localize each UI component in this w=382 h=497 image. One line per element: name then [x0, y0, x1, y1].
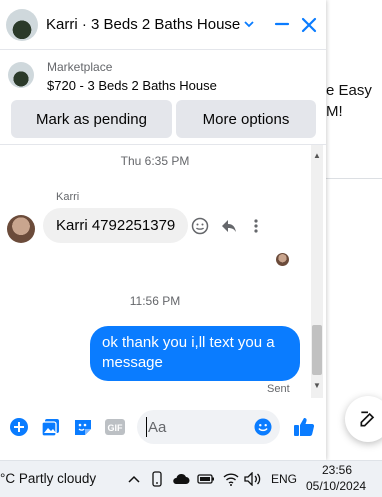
edit-icon	[360, 411, 375, 427]
plus-circle-icon	[10, 418, 28, 436]
background-text: e Easy	[326, 82, 372, 99]
message-status: Sent	[267, 383, 290, 395]
wifi-signal-icon	[223, 473, 239, 486]
mark-as-pending-button[interactable]: Mark as pending	[11, 100, 172, 138]
scroll-up-arrow[interactable]: ▲	[311, 151, 323, 160]
reply-icon[interactable]	[220, 217, 238, 235]
speaker-icon	[244, 472, 261, 486]
volume-icon[interactable]	[244, 470, 262, 488]
more-vertical-icon[interactable]	[251, 217, 261, 235]
sender-avatar[interactable]	[7, 215, 35, 243]
avatar[interactable]	[6, 9, 38, 41]
more-options-button[interactable]: More options	[176, 100, 316, 138]
like-button[interactable]	[293, 416, 315, 438]
scrollbar[interactable]: ▲ ▼	[311, 145, 323, 398]
seen-indicator-avatar	[276, 253, 289, 266]
sent-message-bubble[interactable]: ok thank you i,ll text you a message	[90, 326, 300, 381]
message-timestamp: Thu 6:35 PM	[120, 154, 190, 168]
gallery-icon[interactable]	[40, 416, 62, 438]
clock-time[interactable]: 23:56	[322, 463, 352, 477]
weather-widget[interactable]: °C Partly cloudy	[0, 471, 96, 486]
message-timestamp: 11:56 PM	[129, 294, 181, 308]
sender-name: Karri	[56, 191, 80, 203]
tray-app-icon[interactable]	[150, 470, 164, 488]
taskbar: °C Partly cloudy ENG 23:56 05/10/2024	[0, 460, 382, 497]
scrollbar-thumb[interactable]	[312, 325, 322, 375]
message-list: Thu 6:35 PM Karri Karri 4792251379 11:56…	[0, 144, 326, 398]
chat-window: Karri · 3 Beds 2 Baths House Marketplace…	[0, 0, 326, 460]
clock-date[interactable]: 05/10/2024	[306, 479, 366, 493]
plus-icon[interactable]	[8, 416, 30, 438]
sticker-icon[interactable]	[72, 416, 94, 438]
wifi-icon[interactable]	[223, 470, 239, 488]
minimize-icon	[274, 22, 290, 26]
received-message-bubble[interactable]: Karri 4792251379	[43, 208, 189, 243]
message-composer: GIF Aa	[0, 405, 326, 450]
listing-source: Marketplace	[47, 60, 113, 74]
phone-link-icon	[152, 471, 162, 487]
listing-title: $720 - 3 Beds 2 Baths House	[47, 78, 217, 93]
onedrive-icon[interactable]	[172, 470, 190, 488]
battery-icon[interactable]	[197, 470, 215, 488]
chevron-down-icon[interactable]	[243, 18, 255, 30]
message-input-placeholder: Aa	[148, 419, 167, 436]
language-indicator[interactable]: ENG	[271, 470, 297, 488]
close-icon	[301, 17, 317, 33]
smiley-icon	[254, 418, 272, 436]
listing-card[interactable]: Marketplace $720 - 3 Beds 2 Baths House …	[0, 51, 326, 143]
gif-icon[interactable]: GIF	[104, 416, 126, 438]
gif-label: GIF	[108, 423, 124, 433]
listing-thumbnail	[8, 62, 34, 88]
chat-header: Karri · 3 Beds 2 Baths House	[0, 0, 326, 50]
close-button[interactable]	[298, 14, 320, 36]
gif-badge-icon: GIF	[105, 419, 125, 435]
tray-overflow-button[interactable]	[126, 470, 142, 488]
battery-status-icon	[197, 474, 214, 484]
sticker-face-icon	[75, 420, 91, 435]
text-cursor	[146, 417, 147, 437]
background-divider	[326, 178, 382, 179]
image-icon	[41, 419, 59, 437]
emoji-button[interactable]	[252, 416, 274, 438]
cloud-icon	[173, 473, 190, 484]
minimize-button[interactable]	[272, 14, 292, 34]
chevron-up-icon	[128, 475, 140, 483]
chat-title[interactable]: Karri · 3 Beds 2 Baths House	[46, 16, 240, 33]
thumbs-up-icon	[294, 418, 315, 436]
scroll-down-arrow[interactable]: ▼	[311, 381, 323, 390]
react-emoji-icon[interactable]	[191, 217, 209, 235]
background-text: M!	[326, 103, 343, 120]
